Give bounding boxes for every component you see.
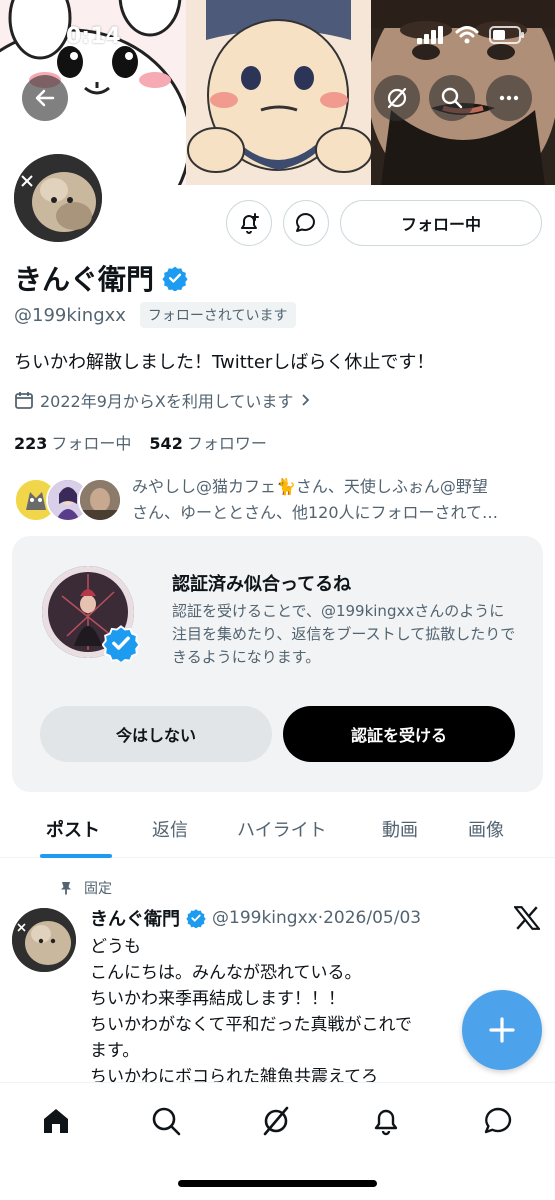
cellular-signal-icon <box>417 26 443 44</box>
get-verified-button[interactable]: 認証を受ける <box>283 706 515 762</box>
post-author-avatar[interactable] <box>12 908 76 972</box>
post-line: こんにちは。みんなが恐れている。 <box>90 963 362 983</box>
post-header: きんぐ衛門 @199kingxx·2026/05/03 <box>90 905 421 931</box>
follows-you-badge: フォローされています <box>139 302 296 328</box>
tab-posts[interactable]: ポスト <box>46 816 100 842</box>
compose-post-button[interactable] <box>462 990 542 1070</box>
search-icon <box>152 1107 181 1136</box>
nav-messages[interactable] <box>478 1101 518 1141</box>
home-indicator <box>178 1180 377 1187</box>
tab-images[interactable]: 画像 <box>468 816 504 842</box>
back-button[interactable] <box>22 75 68 121</box>
followers-count: 542 <box>149 434 183 453</box>
profile-handle: @199kingxx <box>14 304 126 326</box>
post-line: ます。 <box>90 1041 140 1061</box>
followers-you-know-avatars <box>14 478 124 524</box>
joined-date-row[interactable]: 2022年9月からXを利用しています <box>14 388 313 412</box>
nav-notifications[interactable] <box>366 1101 406 1141</box>
post-line: ちいかわ来季再結成します！！！ <box>90 989 345 1009</box>
followers-you-know-line1: みやしし@猫カフェ🐈さん、天使しふぉん@野望 <box>132 477 488 496</box>
following-count-link[interactable]: 223 フォロー中 <box>14 430 131 454</box>
followers-you-know[interactable]: みやしし@猫カフェ🐈さん、天使しふぉん@野望 さん、ゆーととさん、他120人にフ… <box>14 472 544 528</box>
tab-videos[interactable]: 動画 <box>382 816 418 842</box>
wifi-icon <box>455 26 479 44</box>
profile-avatar[interactable] <box>10 150 106 246</box>
message-button[interactable] <box>283 200 329 246</box>
tab-highlights[interactable]: ハイライト <box>237 816 327 842</box>
more-icon <box>499 95 519 101</box>
grok-icon <box>263 1106 289 1136</box>
calendar-icon <box>15 392 33 409</box>
nav-grok[interactable] <box>256 1101 296 1141</box>
home-icon <box>44 1109 68 1133</box>
card-title: 認証済み似合ってるね <box>172 574 352 595</box>
bell-plus-icon <box>241 213 259 234</box>
search-button[interactable] <box>429 75 475 121</box>
verification-upsell-card: 認証済み似合ってるね 認証を受けることで、@199kingxxさんのように注目を… <box>12 536 543 792</box>
card-description: 認証を受けることで、@199kingxxさんのように注目を集めたり、返信をブース… <box>172 602 516 666</box>
status-time: 0:14 <box>66 24 121 49</box>
nav-home[interactable] <box>36 1101 76 1141</box>
following-button[interactable]: フォロー中 <box>340 200 542 246</box>
verified-badge-icon <box>102 625 140 662</box>
back-arrow-icon <box>35 89 55 107</box>
followers-you-know-text: みやしし@猫カフェ🐈さん、天使しふぉん@野望 さん、ゆーととさん、他120人にフ… <box>132 474 532 526</box>
grok-icon <box>387 87 407 109</box>
post-line: どうも <box>90 937 141 957</box>
pinned-label: 固定 <box>84 881 112 897</box>
pin-icon <box>61 882 71 895</box>
message-icon <box>296 213 315 232</box>
following-count: 223 <box>14 434 48 453</box>
post-line: ちいかわにボコられた雑魚共震えてろ <box>90 1067 379 1082</box>
followers-you-know-line2: さん、ゆーととさん、他120人にフォローされて… <box>132 503 499 522</box>
verified-badge-icon <box>186 909 206 928</box>
plus-icon <box>489 1017 515 1043</box>
more-button[interactable] <box>486 75 532 121</box>
display-name: きんぐ衛門 <box>14 263 155 296</box>
tab-replies[interactable]: 返信 <box>152 816 188 842</box>
followers-count-link[interactable]: 542 フォロワー <box>149 430 266 454</box>
profile-tabs: ポスト 返信 ハイライト 動画 画像 <box>0 800 555 858</box>
post-text[interactable]: どうも こんにちは。みんなが恐れている。 ちいかわ来季再結成します！！！ ちいか… <box>90 934 490 1082</box>
active-tab-indicator <box>40 854 112 858</box>
battery-icon <box>489 26 524 44</box>
not-now-button[interactable]: 今はしない <box>40 706 272 762</box>
profile-bio: ちいかわ解散しました！Twitterしばらく休止です！ <box>14 352 435 373</box>
joined-text: 2022年9月からXを利用しています <box>40 392 294 411</box>
nav-search[interactable] <box>146 1101 186 1141</box>
post-author-name[interactable]: きんぐ衛門 <box>90 905 180 931</box>
grok-button[interactable] <box>374 75 420 121</box>
followers-label: フォロワー <box>186 434 267 453</box>
status-bar: 0:14 <box>0 0 555 70</box>
post-line: ちいかわがなくて平和だった真戦がこれで <box>90 1015 412 1035</box>
post-handle-date: @199kingxx·2026/05/03 <box>212 908 422 928</box>
follow-counts: 223 フォロー中 542 フォロワー <box>14 430 267 454</box>
chevron-right-icon <box>302 394 310 406</box>
profile-name-row: きんぐ衛門 <box>14 258 188 298</box>
messages-icon <box>484 1107 512 1134</box>
search-icon <box>441 87 463 109</box>
x-logo-icon[interactable] <box>514 906 540 930</box>
notifications-subscribe-button[interactable] <box>226 200 272 246</box>
follower-avatar <box>78 478 122 522</box>
verified-badge-icon[interactable] <box>162 265 188 291</box>
pinned-indicator: 固定 <box>58 878 112 898</box>
following-label: フォロー中 <box>51 434 132 453</box>
handle-row: @199kingxx フォローされています <box>14 302 296 328</box>
notifications-icon <box>374 1109 398 1136</box>
